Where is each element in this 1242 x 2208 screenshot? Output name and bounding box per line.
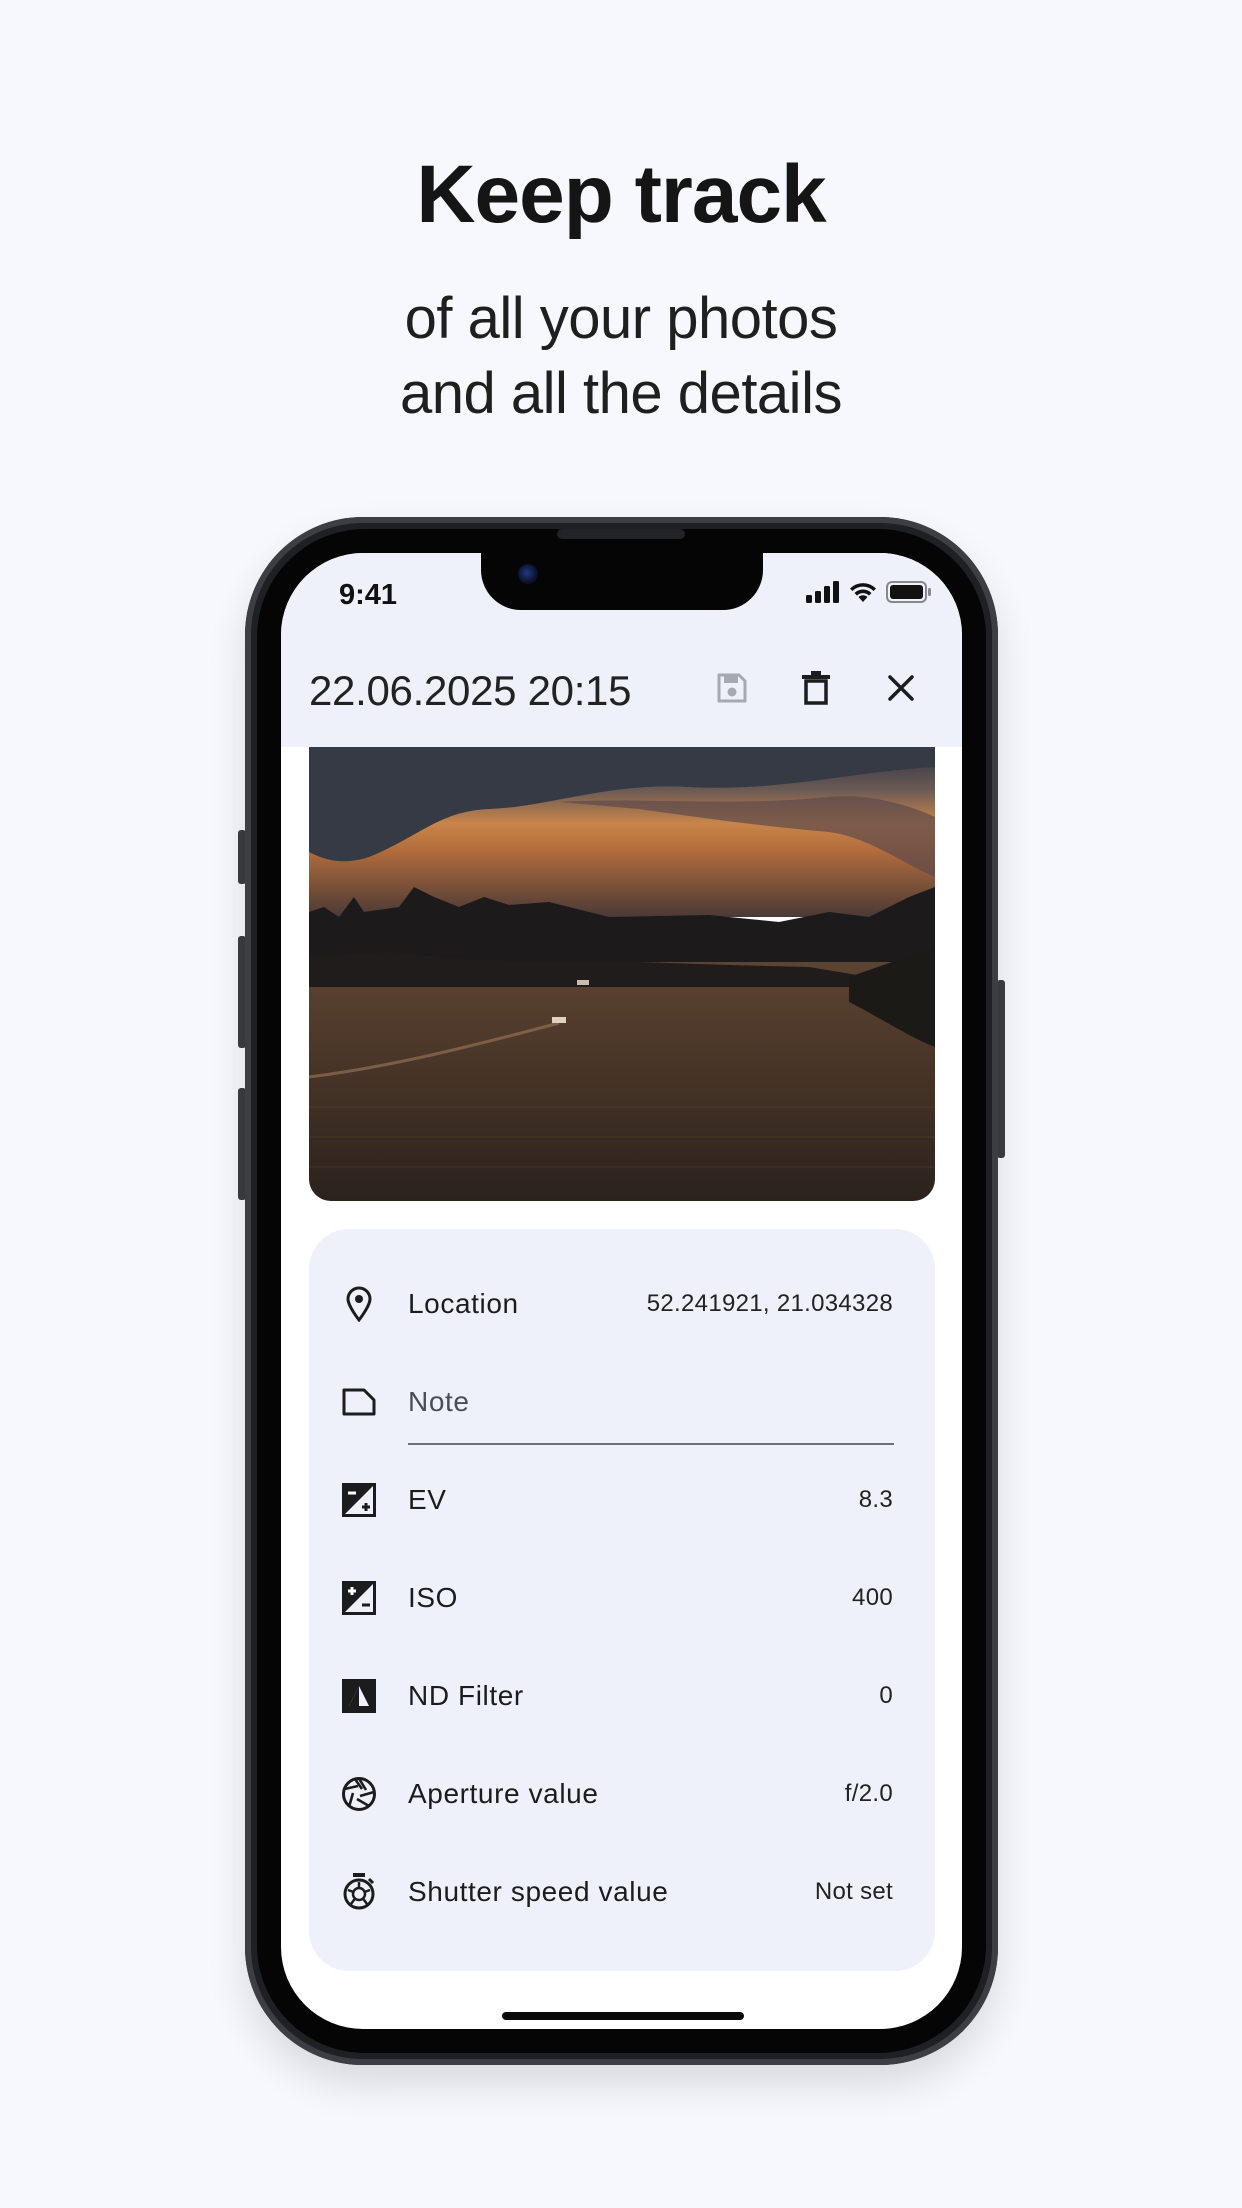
subline-1: of all your photos	[404, 286, 838, 351]
exposure-icon	[339, 1480, 379, 1520]
phone-screen: 9:41 22.06.2025 20:15 Location 52.241921…	[281, 553, 962, 2029]
shutter-speed-label: Shutter speed value	[408, 1876, 669, 1907]
close-button[interactable]	[877, 666, 925, 714]
delete-button[interactable]	[792, 666, 840, 714]
note-icon	[339, 1382, 379, 1422]
cellular-signal-icon	[806, 580, 840, 608]
wifi-icon	[848, 581, 878, 608]
status-icons	[806, 580, 932, 608]
location-row[interactable]: Location 52.241921, 21.034328	[309, 1255, 935, 1353]
save-icon	[715, 671, 749, 710]
power-button	[997, 980, 1005, 1158]
timer-icon	[339, 1872, 379, 1912]
location-label: Location	[408, 1288, 519, 1319]
close-icon	[887, 674, 915, 707]
iso-value: 400	[852, 1584, 893, 1611]
note-field-underline	[408, 1443, 894, 1445]
shutter-speed-value: Not set	[814, 1878, 893, 1905]
subline-2: and all the details	[400, 361, 842, 426]
headline: Keep track	[416, 149, 826, 240]
nd-filter-row[interactable]: ND Filter 0	[309, 1647, 935, 1745]
location-value: 52.241921, 21.034328	[646, 1290, 893, 1317]
ev-row[interactable]: EV 8.3	[309, 1451, 935, 1549]
photo-preview[interactable]	[309, 747, 935, 1201]
aperture-label: Aperture value	[408, 1778, 599, 1809]
front-camera	[518, 564, 538, 584]
trash-icon	[800, 670, 832, 711]
iso-label: ISO	[408, 1582, 459, 1613]
page-title: 22.06.2025 20:15	[309, 667, 632, 714]
ev-value: 8.3	[858, 1486, 893, 1513]
note-row[interactable]: Note	[309, 1353, 935, 1451]
iso-icon	[339, 1578, 379, 1618]
aperture-value: f/2.0	[844, 1780, 893, 1807]
battery-icon	[886, 580, 932, 608]
details-card: Location 52.241921, 21.034328 Note EV 8.…	[309, 1229, 935, 1971]
aperture-icon	[339, 1774, 379, 1814]
iso-row[interactable]: ISO 400	[309, 1549, 935, 1647]
sunset-river-photo	[309, 747, 935, 1201]
aperture-row[interactable]: Aperture value f/2.0	[309, 1745, 935, 1843]
note-field[interactable]: Note	[408, 1386, 470, 1418]
ev-label: EV	[408, 1484, 447, 1515]
status-time: 9:41	[339, 579, 398, 611]
nd-filter-label: ND Filter	[408, 1680, 524, 1711]
location-pin-icon	[339, 1284, 379, 1324]
save-button[interactable]	[708, 666, 756, 714]
notch	[481, 553, 763, 610]
home-indicator[interactable]	[502, 2012, 744, 2020]
shutter-speed-row[interactable]: Shutter speed value Not set	[309, 1843, 935, 1941]
nd-filter-icon	[339, 1676, 379, 1716]
nd-filter-value: 0	[879, 1682, 893, 1709]
earpiece-speaker	[557, 529, 685, 539]
